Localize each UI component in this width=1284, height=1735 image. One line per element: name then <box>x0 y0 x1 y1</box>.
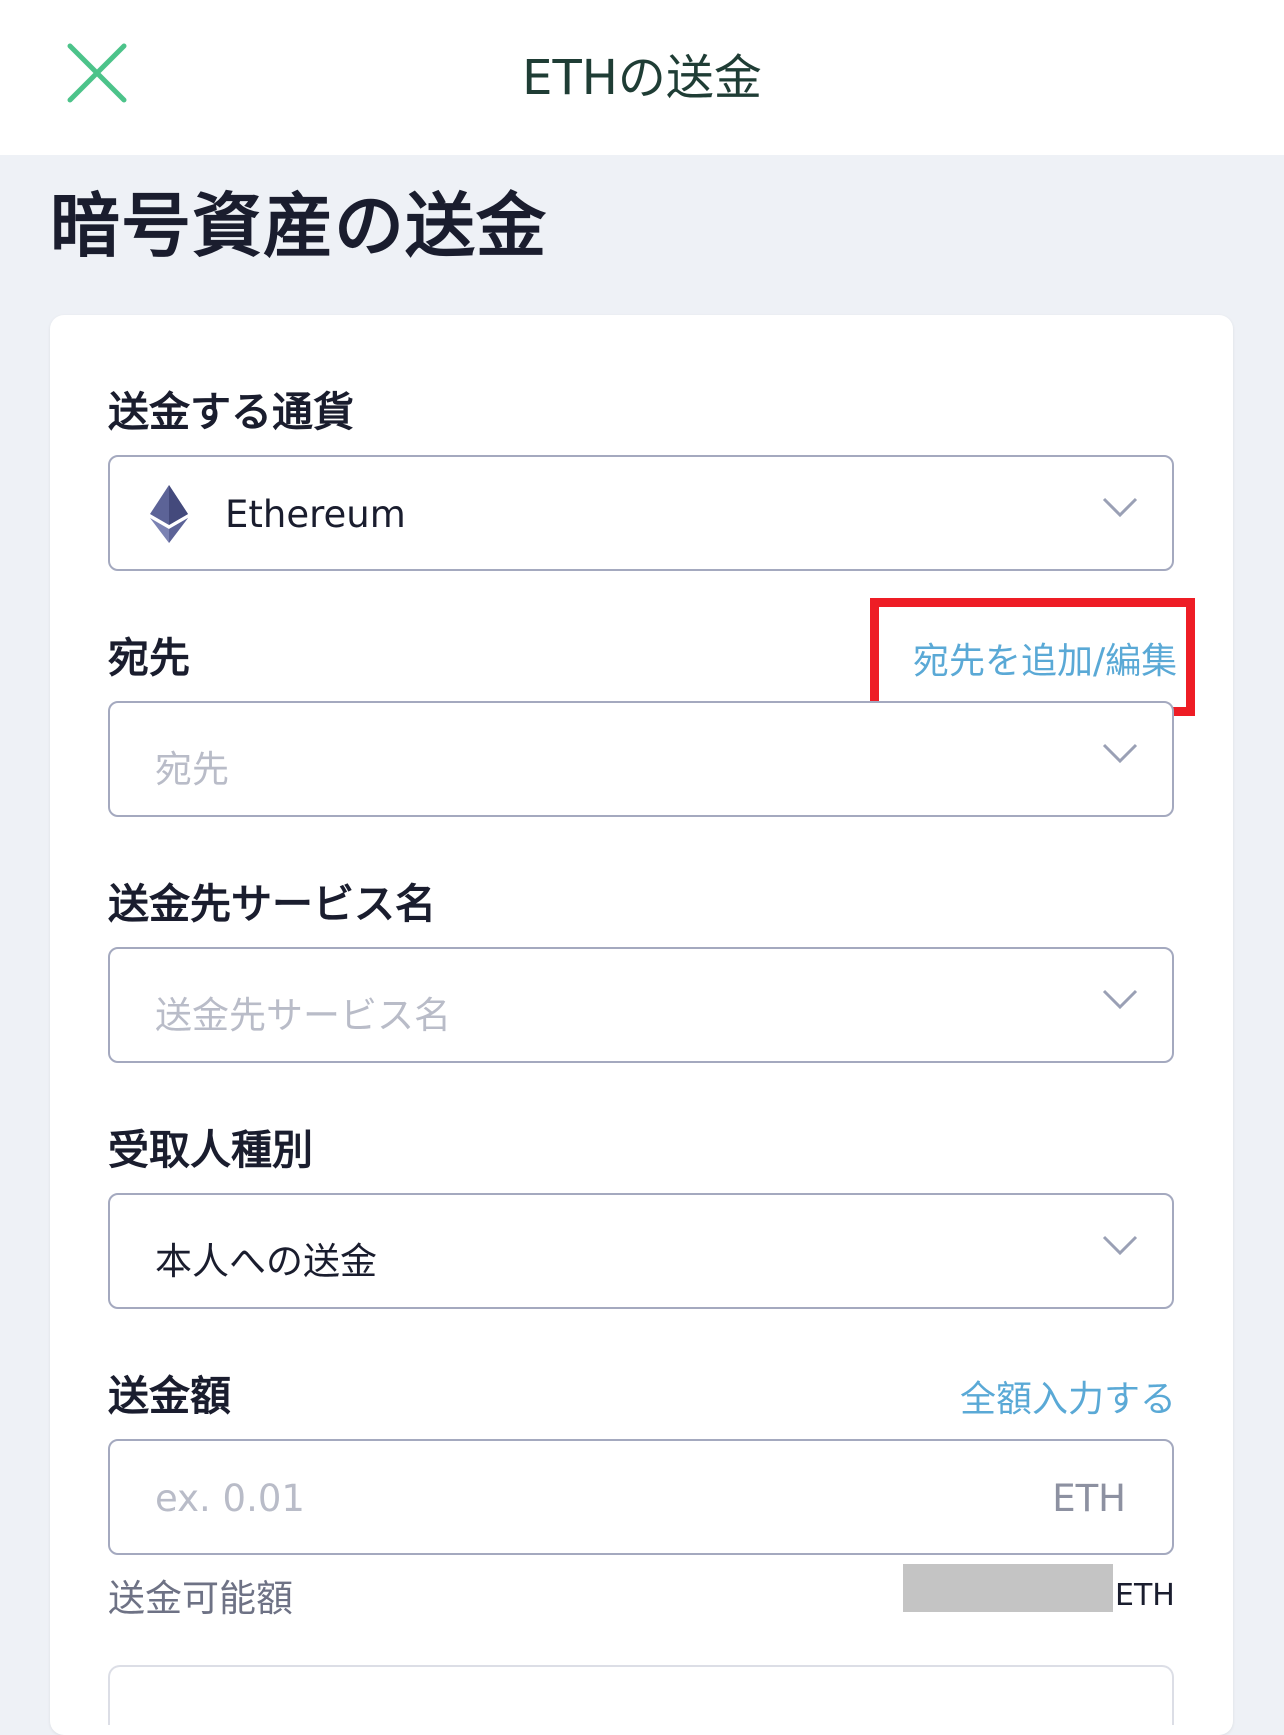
chevron-down-icon <box>1102 989 1138 1010</box>
chevron-down-icon <box>1102 497 1138 518</box>
destination-placeholder: 宛先 <box>155 748 229 791</box>
recipient-type-value: 本人への送金 <box>155 1240 377 1283</box>
amount-unit: ETH <box>1052 1477 1126 1520</box>
currency-value: Ethereum <box>225 493 406 536</box>
recipient-type-label: 受取人種別 <box>108 1126 313 1174</box>
available-amount-unit: ETH <box>1115 1578 1175 1613</box>
destination-select[interactable]: 宛先 <box>108 701 1174 817</box>
amount-label: 送金額 <box>108 1372 231 1420</box>
redacted-balance <box>903 1564 1113 1612</box>
amount-placeholder: ex. 0.01 <box>155 1477 305 1520</box>
page-title: 暗号資産の送金 <box>50 185 547 267</box>
chevron-down-icon <box>1102 743 1138 764</box>
recipient-type-select[interactable]: 本人への送金 <box>108 1193 1174 1309</box>
next-field-partial <box>108 1665 1174 1725</box>
service-name-select[interactable]: 送金先サービス名 <box>108 947 1174 1063</box>
service-name-placeholder: 送金先サービス名 <box>155 994 451 1037</box>
fill-all-amount-link[interactable]: 全額入力する <box>960 1370 1176 1422</box>
highlight-annotation <box>870 598 1195 716</box>
available-amount-label: 送金可能額 <box>108 1577 293 1620</box>
service-name-label: 送金先サービス名 <box>108 880 436 928</box>
ethereum-icon <box>150 485 188 543</box>
top-bar: ETHの送金 <box>0 0 1284 155</box>
chevron-down-icon <box>1102 1235 1138 1256</box>
currency-select[interactable]: Ethereum <box>108 455 1174 571</box>
destination-label: 宛先 <box>108 634 190 682</box>
screen-title: ETHの送金 <box>522 50 762 106</box>
amount-input[interactable]: ex. 0.01 ETH <box>108 1439 1174 1555</box>
currency-label: 送金する通貨 <box>108 388 354 436</box>
